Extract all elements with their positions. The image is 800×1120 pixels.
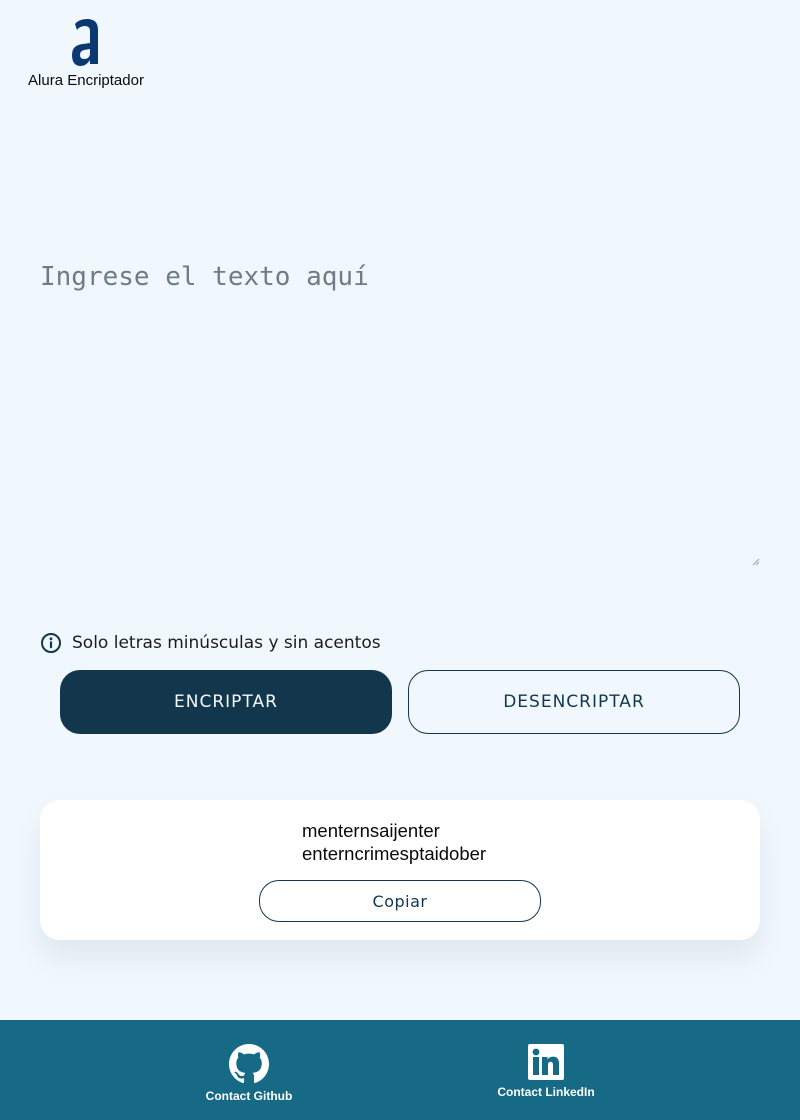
encrypt-button[interactable]: ENCRIPTAR: [60, 670, 392, 734]
alura-a-logo-icon[interactable]: [69, 18, 103, 70]
footer: Contact Github Contact LinkedIn: [0, 1020, 800, 1120]
resize-handle-icon[interactable]: [752, 558, 760, 566]
copy-button[interactable]: Copiar: [259, 880, 541, 922]
github-contact-link[interactable]: Contact Github: [179, 1044, 319, 1103]
linkedin-contact-label: Contact LinkedIn: [497, 1085, 595, 1099]
decrypt-button[interactable]: DESENCRIPTAR: [408, 670, 740, 734]
linkedin-icon: [528, 1044, 564, 1080]
github-contact-label: Contact Github: [205, 1089, 293, 1103]
github-icon: [229, 1044, 269, 1084]
app-header: Alura Encriptador: [20, 18, 152, 89]
info-icon: [41, 633, 61, 653]
input-hint: Solo letras minúsculas y sin acentos: [40, 632, 381, 654]
result-line: menternsaijenter: [302, 820, 440, 841]
brand-name: Alura Encriptador: [28, 72, 144, 89]
result-output: menternsaijenter enterncrimesptaidober: [302, 819, 542, 865]
result-line: enterncrimesptaidober: [302, 843, 487, 864]
hint-text: Solo letras minúsculas y sin acentos: [72, 633, 381, 653]
result-panel: menternsaijenter enterncrimesptaidober C…: [40, 800, 760, 940]
linkedin-contact-link[interactable]: Contact LinkedIn: [476, 1044, 616, 1099]
text-input[interactable]: [40, 262, 760, 568]
